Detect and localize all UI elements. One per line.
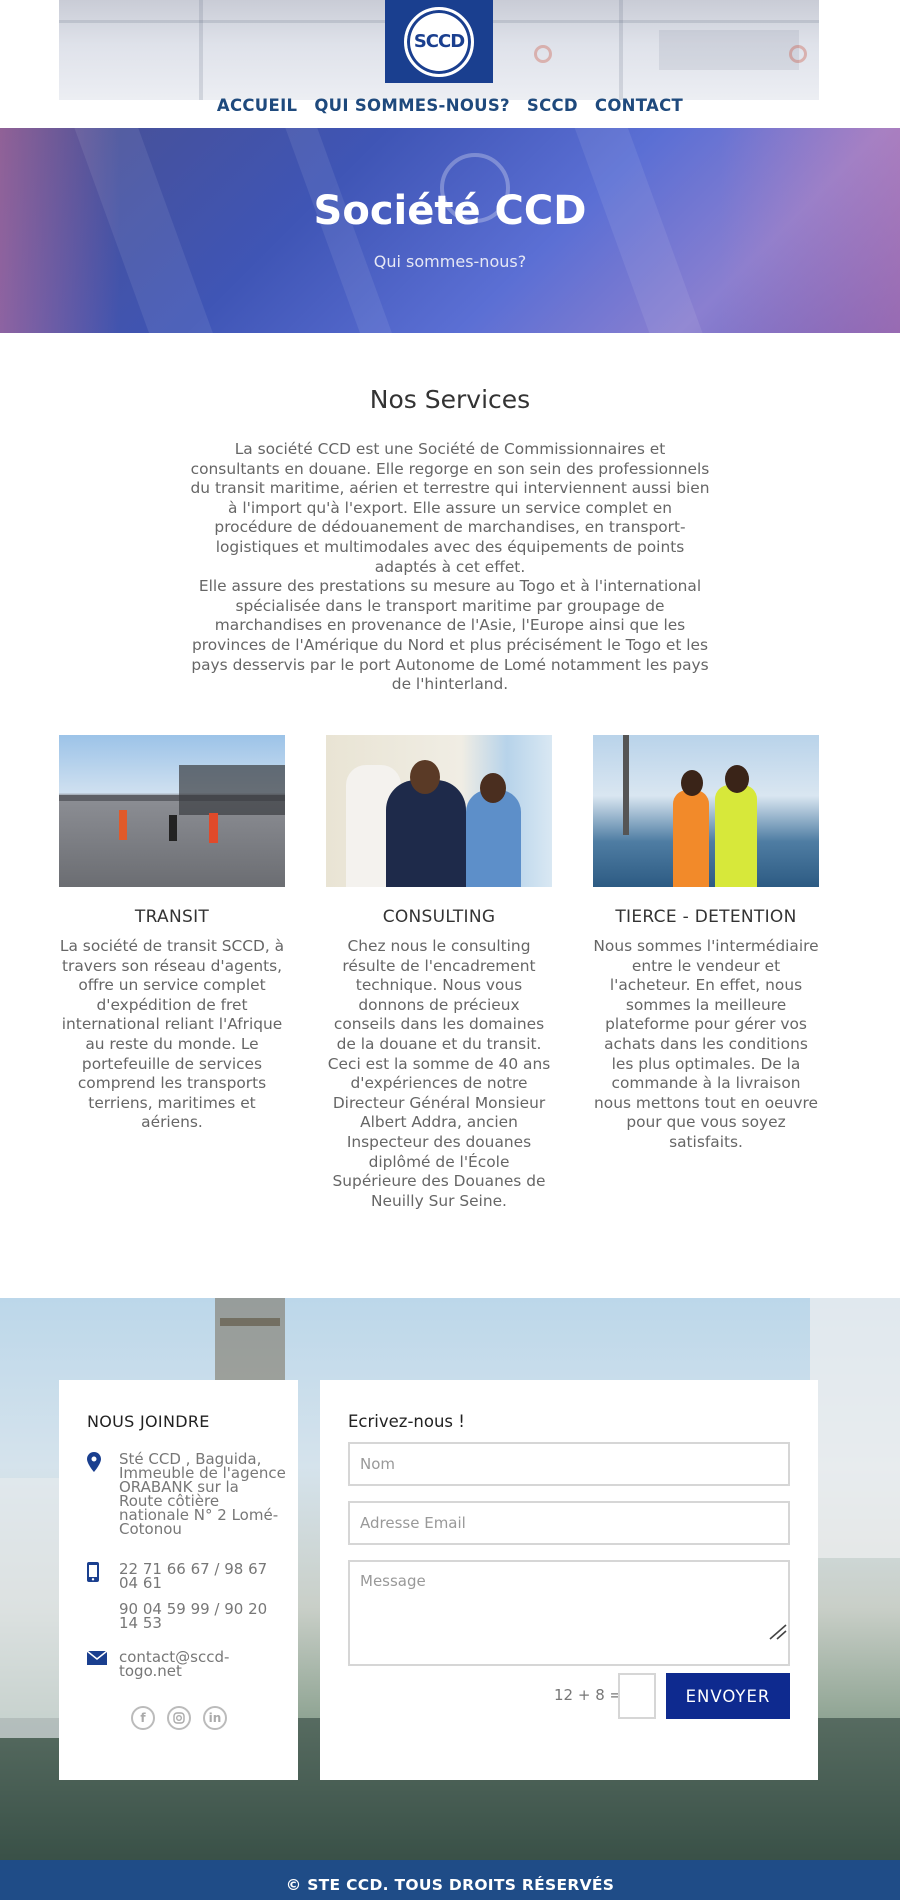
site-logo[interactable]: SCCD [385, 0, 493, 83]
facebook-icon[interactable]: f [131, 1706, 155, 1730]
nav-accueil[interactable]: ACCUEIL [217, 96, 297, 122]
phone-row-2: 90 04 59 99 / 90 20 14 53 [87, 1602, 287, 1631]
linkedin-icon[interactable]: in [203, 1706, 227, 1730]
contact-info-card: NOUS JOINDRE Sté CCD , Baguida, Immeuble… [59, 1380, 298, 1780]
service-card-tierce: TIERCE - DETENTION Nous sommes l'intermé… [593, 735, 819, 1153]
footer-copyright: © STE CCD. TOUS DROITS RÉSERVÉS [0, 1860, 900, 1900]
email-input[interactable] [348, 1501, 790, 1545]
card-text-consulting: Chez nous le consulting résulte de l'enc… [327, 937, 551, 1210]
service-card-transit: TRANSIT La société de transit SCCD, à tr… [59, 735, 285, 1133]
mobile-phone-icon [87, 1562, 119, 1590]
card-title-transit: TRANSIT [134, 907, 210, 927]
instagram-icon[interactable] [167, 1706, 191, 1730]
services-intro: La société CCD est une Société de Commis… [188, 440, 712, 695]
services-title: Nos Services [369, 385, 531, 414]
page-subtitle: Qui sommes-nous? [373, 252, 527, 271]
nav-qui-sommes-nous[interactable]: QUI SOMMES-NOUS? [314, 96, 510, 122]
captcha-input[interactable] [618, 1673, 656, 1719]
form-title: Ecrivez-nous ! [348, 1412, 465, 1431]
contact-title: NOUS JOINDRE [87, 1412, 210, 1431]
send-button[interactable]: ENVOYER [666, 1673, 790, 1719]
address-text: Sté CCD , Baguida, Immeuble de l'agence … [119, 1450, 286, 1538]
email-text[interactable]: contact@sccd-togo.net [119, 1650, 287, 1679]
name-input[interactable] [348, 1442, 790, 1486]
contact-form: Ecrivez-nous ! 12 + 8 = ENVOYER [320, 1380, 818, 1780]
service-card-consulting: CONSULTING Chez nous le consulting résul… [326, 735, 552, 1211]
card-title-consulting: CONSULTING [382, 907, 496, 927]
logo-text: SCCD [413, 31, 465, 52]
tierce-photo [593, 735, 819, 887]
phone-text-1[interactable]: 22 71 66 67 / 98 67 04 61 [119, 1562, 287, 1591]
intro-paragraph-1: La société CCD est une Société de Commis… [190, 440, 710, 576]
consulting-photo [326, 735, 552, 887]
card-text-transit: La société de transit SCCD, à travers so… [59, 937, 285, 1132]
phone-text-2[interactable]: 90 04 59 99 / 90 20 14 53 [119, 1602, 287, 1631]
envelope-icon [86, 1650, 119, 1678]
map-pin-icon [87, 1452, 119, 1536]
phone-row-1: 22 71 66 67 / 98 67 04 61 [87, 1562, 287, 1591]
email-row: contact@sccd-togo.net [86, 1650, 287, 1679]
message-input[interactable] [348, 1560, 790, 1666]
intro-paragraph-2: Elle assure des prestations su mesure au… [191, 577, 709, 694]
resize-grip-icon[interactable] [766, 1624, 788, 1640]
logo-seal: SCCD [404, 6, 474, 77]
hero-banner: Société CCD Qui sommes-nous? [0, 128, 900, 333]
page-title: Société CCD [313, 188, 587, 234]
nav-contact[interactable]: CONTACT [595, 96, 683, 122]
card-text-tierce: Nous sommes l'intermédiaire entre le ven… [593, 937, 819, 1151]
transit-photo [59, 735, 285, 887]
card-title-tierce: TIERCE - DETENTION [615, 907, 797, 927]
social-links: f in [131, 1706, 227, 1730]
captcha-question: 12 + 8 = [554, 1686, 623, 1704]
nav-sccd[interactable]: SCCD [527, 96, 578, 122]
address-row: Sté CCD , Baguida, Immeuble de l'agence … [87, 1450, 287, 1538]
main-nav: ACCUEIL QUI SOMMES-NOUS? SCCD CONTACT [0, 96, 900, 122]
